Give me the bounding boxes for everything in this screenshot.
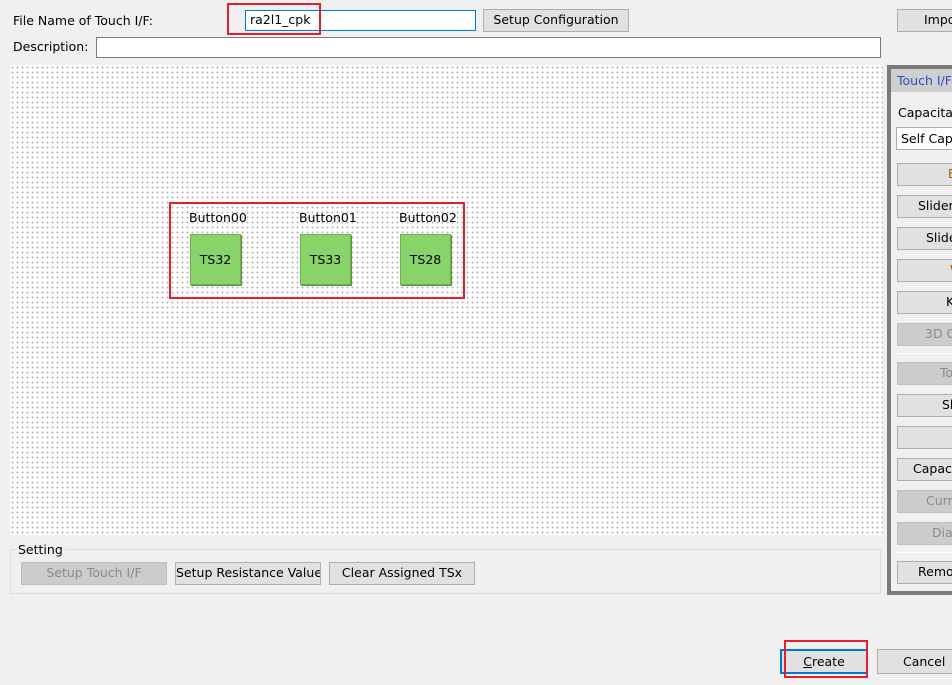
current-button[interactable]: Current bbox=[897, 490, 952, 513]
setting-legend: Setting bbox=[16, 542, 65, 558]
capacitance-button[interactable]: Capacitance bbox=[897, 458, 952, 481]
add-slider-button[interactable]: Slider bbox=[897, 195, 952, 218]
cancel-button[interactable]: Cancel bbox=[877, 649, 952, 674]
add-3d-gesture-button[interactable]: 3D Gesture bbox=[897, 323, 952, 346]
diagnosis-button[interactable]: Diagnosis bbox=[897, 522, 952, 545]
setup-resistance-value-button[interactable]: Setup Resistance Value bbox=[175, 562, 321, 585]
button02-label: Button02 bbox=[399, 210, 457, 225]
add-keypad-button[interactable]: Keypad bbox=[897, 291, 952, 314]
setup-touch-if-button[interactable]: Setup Touch I/F bbox=[21, 562, 167, 585]
description-input[interactable] bbox=[96, 37, 881, 58]
import-button[interactable]: Import bbox=[897, 9, 952, 32]
file-name-label: File Name of Touch I/F: bbox=[13, 13, 153, 28]
capacitance-select[interactable]: Self Capacitance bbox=[896, 127, 952, 150]
create-mnemonic: C bbox=[803, 654, 812, 669]
button00-label: Button00 bbox=[189, 210, 247, 225]
create-button[interactable]: Create bbox=[780, 649, 868, 674]
button00-ts-block[interactable]: TS32 bbox=[190, 234, 241, 285]
panel-separator bbox=[896, 353, 952, 354]
ts-button[interactable]: TS bbox=[897, 426, 952, 449]
capacitance-label: Capacitance bbox=[898, 105, 952, 120]
description-label: Description: bbox=[13, 39, 89, 54]
button02-ts-block[interactable]: TS28 bbox=[400, 234, 451, 285]
panel-separator-2 bbox=[896, 552, 952, 553]
touch-if-panel: Touch I/F Capacitance Self Capacitance B… bbox=[887, 65, 952, 595]
panel-title: Touch I/F bbox=[891, 69, 952, 92]
create-label-rest: reate bbox=[811, 654, 845, 669]
clear-assigned-tsx-button[interactable]: Clear Assigned TSx bbox=[329, 562, 475, 585]
touch-layout-canvas[interactable] bbox=[10, 65, 883, 535]
button01-ts-block[interactable]: TS33 bbox=[300, 234, 351, 285]
remove-button[interactable]: Remove bbox=[897, 561, 952, 584]
add-button-button[interactable]: Button bbox=[897, 163, 952, 186]
button01-label: Button01 bbox=[299, 210, 357, 225]
file-name-input[interactable]: ra2l1_cpk bbox=[245, 10, 476, 31]
add-wheel-button[interactable]: Wheel bbox=[897, 259, 952, 282]
add-slider-2-button[interactable]: Slider bbox=[897, 227, 952, 250]
setup-configuration-button[interactable]: Setup Configuration bbox=[483, 9, 629, 32]
touch-button[interactable]: Touch bbox=[897, 362, 952, 385]
shield-button[interactable]: Shield bbox=[897, 394, 952, 417]
